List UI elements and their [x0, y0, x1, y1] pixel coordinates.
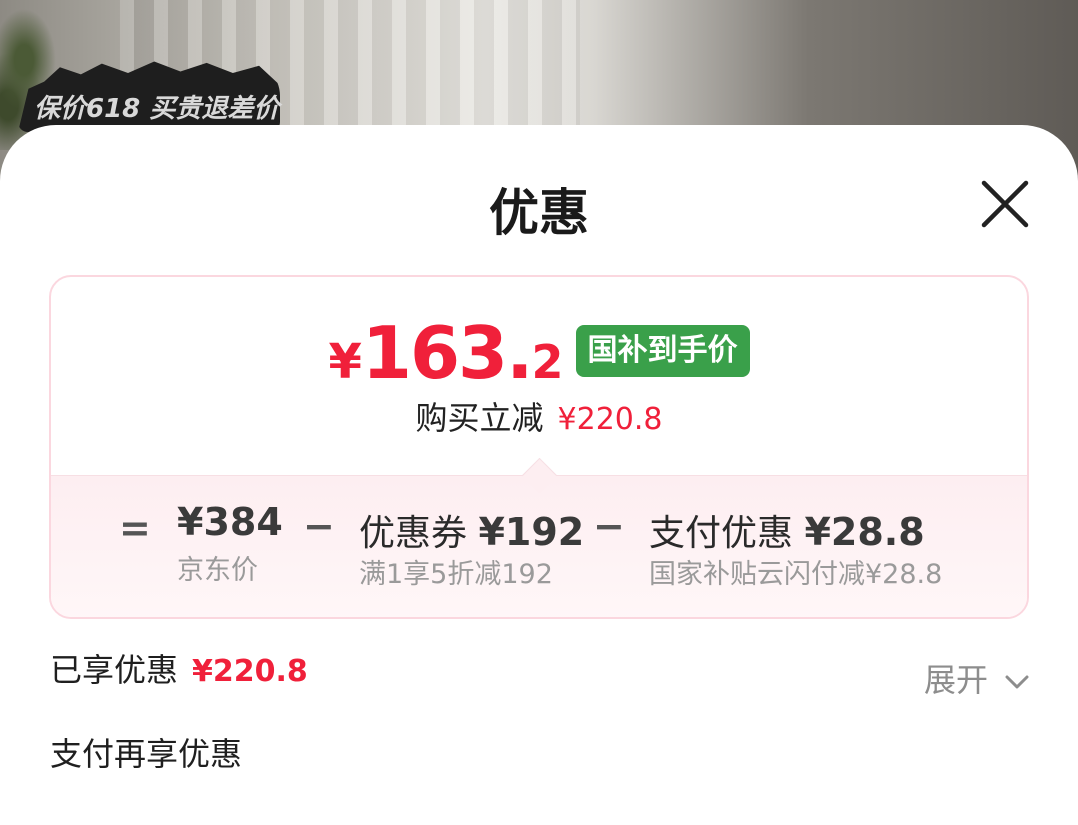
coupon-label: 优惠券 — [359, 513, 468, 554]
final-price-integer: 163. — [361, 311, 534, 395]
jd-price-amount: ¥384 — [177, 500, 283, 544]
final-price-decimal: 2 — [531, 335, 564, 389]
instant-reduce-label: 购买立减 — [415, 399, 544, 437]
jd-price-label: 京东价 — [177, 555, 258, 586]
instant-reduce-amount: ¥220.8 — [557, 402, 663, 437]
final-price-section: ¥163.2 国补到手价 购买立减 ¥220.8 — [51, 277, 1027, 475]
minus-sign: − — [303, 504, 335, 548]
expand-label: 展开 — [924, 661, 989, 699]
enjoyed-amount: ¥220.8 — [192, 654, 308, 689]
expand-button[interactable]: 展开 — [924, 655, 1030, 701]
pay-discount-label: 支付优惠 — [649, 513, 794, 554]
subsidy-tag: 国补到手价 — [575, 325, 750, 377]
price-card: ¥163.2 国补到手价 购买立减 ¥220.8 = ¥384 京东价 − 优惠券 … — [49, 275, 1029, 619]
price-breakdown: = ¥384 京东价 − 优惠券 ¥192 满1享5折减192 − 支付优惠 ¥… — [51, 457, 1027, 617]
discount-bottom-sheet: 优惠 ¥163.2 国补到手价 购买立减 ¥220.8 = ¥384 京东价 − 优… — [0, 125, 1078, 825]
coupon-amount: ¥192 — [478, 510, 585, 554]
close-icon — [981, 180, 1029, 228]
instant-reduce-row: 购买立减 ¥220.8 — [51, 393, 1027, 439]
pay-discount-desc: 国家补贴云闪付减¥28.8 — [649, 559, 943, 590]
coupon-row: 优惠券 ¥192 — [359, 504, 584, 556]
pay-more-discount-label: 支付再享优惠 — [50, 735, 243, 773]
enjoyed-label: 已享优惠 — [50, 651, 179, 689]
promo-badge-text: 保价618 买贵退差价 — [34, 94, 280, 124]
pay-discount-row: 支付优惠 ¥28.8 — [649, 504, 925, 556]
sheet-title: 优惠 — [489, 184, 589, 242]
pay-discount-amount: ¥28.8 — [804, 510, 925, 554]
chevron-down-icon — [1005, 675, 1029, 689]
currency-symbol: ¥ — [328, 334, 362, 390]
equals-sign: = — [119, 506, 151, 550]
minus-sign: − — [593, 504, 625, 548]
close-button[interactable] — [976, 175, 1034, 233]
enjoyed-discount-row: 已享优惠 ¥220.8 — [50, 645, 308, 691]
coupon-desc: 满1享5折减192 — [359, 559, 553, 590]
final-price: ¥163.2 国补到手价 — [51, 311, 1027, 395]
